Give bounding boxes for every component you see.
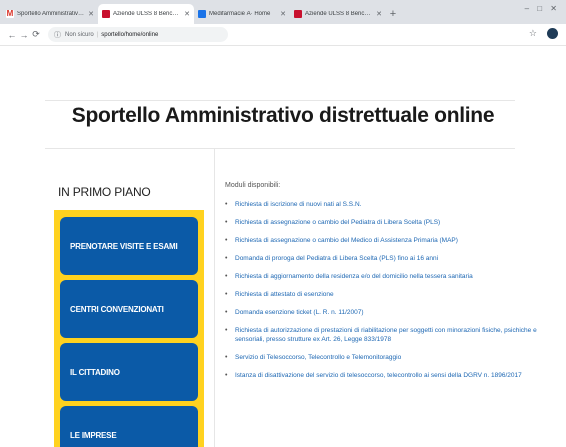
gmail-icon: M — [6, 9, 14, 18]
list-item: • Richiesta di assegnazione o cambio del … — [225, 236, 555, 245]
bullet: • — [225, 327, 228, 334]
tab-title: Aziende ULSS 8 Berica: Sportell — [113, 11, 181, 17]
form-link[interactable]: Richiesta di assegnazione o cambio del P… — [235, 218, 440, 227]
browser-tab[interactable]: M Sportello Amministrativo distret ✕ — [2, 4, 98, 24]
bullet: • — [225, 372, 228, 379]
tab-title: Sportello Amministrativo distret — [17, 11, 85, 17]
forms-heading: Moduli disponibili: — [225, 182, 281, 189]
back-arrow-icon[interactable]: ← — [6, 30, 18, 40]
regione-icon — [294, 10, 302, 18]
page-title: Sportello Amministrativo distrettuale on… — [71, 104, 495, 127]
column-divider — [214, 148, 215, 447]
form-link[interactable]: Richiesta di autorizzazione di prestazio… — [235, 326, 555, 344]
le-imprese-button[interactable]: LE IMPRESE — [60, 406, 198, 447]
form-link[interactable]: Istanza di disattivazione del servizio d… — [235, 371, 522, 380]
list-item: • Domanda di proroga del Pediatra di Libe… — [225, 254, 555, 263]
tab-title: Aziende ULSS 8 Berica: Europa — [305, 11, 373, 17]
form-link[interactable]: Richiesta di aggiornamento della residen… — [235, 272, 473, 281]
form-link[interactable]: Richiesta di assegnazione o cambio del M… — [235, 236, 458, 245]
il-cittadino-button[interactable]: IL CITTADINO — [60, 343, 198, 401]
form-link[interactable]: Domanda esenzione ticket (L. R. n. 11/20… — [235, 308, 364, 317]
list-item: • Servizio di Telesoccorso, Telecontrollo… — [225, 353, 555, 362]
list-item: • Richiesta di attestato di esenzione — [225, 290, 555, 299]
bullet: • — [225, 291, 228, 298]
close-icon[interactable]: ✕ — [376, 10, 382, 18]
close-icon[interactable]: ✕ — [184, 10, 190, 18]
forms-list: • Richiesta di iscrizione di nuovi nati a… — [225, 200, 555, 380]
content-divider — [45, 148, 515, 149]
prenotare-visite-button[interactable]: PRENOTARE VISITE E ESAMI — [60, 217, 198, 275]
list-item: • Richiesta di autorizzazione di prestazi… — [225, 326, 555, 344]
browser-tab-active[interactable]: Aziende ULSS 8 Berica: Sportell ✕ — [98, 4, 194, 24]
address-bar[interactable]: ⓘ Non sicuro | sportello/home/online — [48, 27, 228, 42]
close-icon[interactable]: ✕ — [280, 10, 286, 18]
bullet: • — [225, 237, 228, 244]
new-tab-button[interactable]: + — [386, 4, 400, 24]
bullet: • — [225, 201, 228, 208]
bullet: • — [225, 273, 228, 280]
info-icon[interactable]: ⓘ — [54, 30, 61, 40]
reload-icon[interactable]: ⟳ — [30, 29, 42, 40]
url-separator: | — [96, 31, 99, 38]
toolbar-actions: ☆ — [529, 28, 558, 39]
form-link[interactable]: Richiesta di iscrizione di nuovi nati al… — [235, 200, 361, 209]
profile-avatar[interactable] — [547, 28, 558, 39]
list-item: • Richiesta di assegnazione o cambio del … — [225, 218, 555, 227]
bullet: • — [225, 354, 228, 361]
sidebar-menu: PRENOTARE VISITE E ESAMI CENTRI CONVENZI… — [54, 210, 204, 447]
bullet: • — [225, 255, 228, 262]
url-text: sportello/home/online — [101, 31, 159, 38]
security-label: Non sicuro — [65, 31, 94, 38]
form-link[interactable]: Domanda di proroga del Pediatra di Liber… — [235, 254, 438, 263]
list-item: • Domanda esenzione ticket (L. R. n. 11/2… — [225, 308, 555, 317]
header-divider — [45, 100, 515, 101]
star-icon[interactable]: ☆ — [529, 28, 537, 39]
app-icon — [198, 10, 206, 18]
browser-tab-strip: M Sportello Amministrativo distret ✕ Azi… — [0, 0, 566, 24]
browser-toolbar: ← → ⟳ ⓘ Non sicuro | sportello/home/onli… — [0, 24, 566, 46]
bullet: • — [225, 309, 228, 316]
browser-tab[interactable]: Medifarmacie Â· Home ✕ — [194, 4, 290, 24]
window-controls[interactable]: – □ ✕ — [525, 4, 560, 13]
list-item: • Richiesta di aggiornamento della reside… — [225, 272, 555, 281]
form-link[interactable]: Richiesta di attestato di esenzione — [235, 290, 334, 299]
list-item: • Richiesta di iscrizione di nuovi nati a… — [225, 200, 555, 209]
bullet: • — [225, 219, 228, 226]
close-icon[interactable]: ✕ — [88, 10, 94, 18]
form-link[interactable]: Servizio di Telesoccorso, Telecontrollo … — [235, 353, 401, 362]
browser-tab[interactable]: Aziende ULSS 8 Berica: Europa ✕ — [290, 4, 386, 24]
tab-title: Medifarmacie Â· Home — [209, 11, 271, 17]
forward-arrow-icon[interactable]: → — [18, 30, 30, 40]
centri-convenzionati-button[interactable]: CENTRI CONVENZIONATI — [60, 280, 198, 338]
regione-icon — [102, 10, 110, 18]
sidebar-title: IN PRIMO PIANO — [58, 185, 151, 199]
list-item: • Istanza di disattivazione del servizio … — [225, 371, 555, 380]
forms-section: Moduli disponibili: • Richiesta di iscriz… — [225, 182, 555, 389]
